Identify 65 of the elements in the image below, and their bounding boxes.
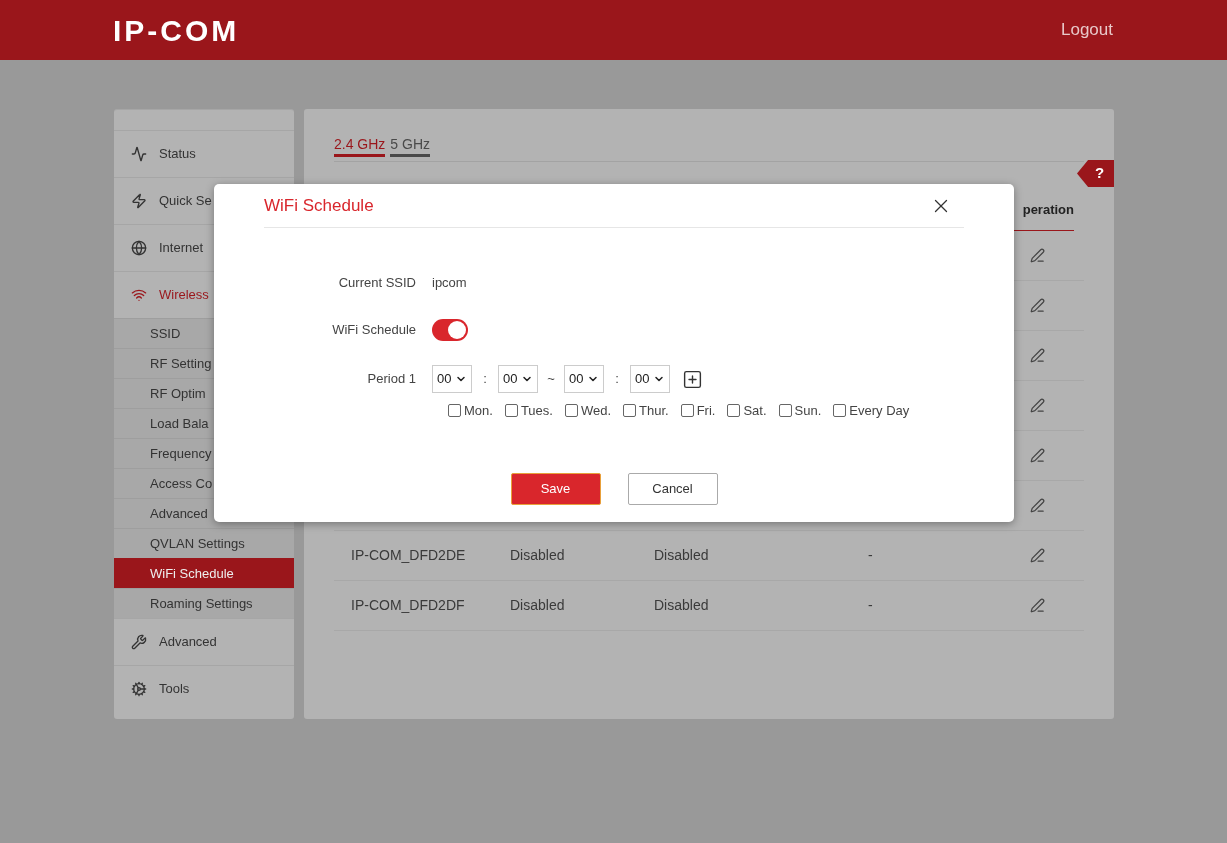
field-label: Period 1 (366, 370, 417, 389)
day-label: Thur. (639, 402, 669, 420)
logo: IP-COM (113, 12, 240, 49)
cancel-button[interactable]: Cancel (627, 472, 718, 505)
table-cell-text: Disabled (510, 546, 566, 565)
edit-icon[interactable] (1030, 398, 1045, 413)
day-label: Every Day (849, 402, 910, 420)
day-label: Fri. (696, 402, 716, 420)
checkbox[interactable] (504, 404, 518, 418)
time-separator: : (482, 370, 488, 389)
time-separator: ~ (546, 370, 556, 389)
checkbox[interactable] (623, 404, 637, 418)
day-label: Sat. (743, 402, 767, 420)
edit-icon[interactable] (1030, 348, 1045, 363)
sidebar-item[interactable]: Advanced (114, 618, 294, 665)
edit-icon[interactable] (1030, 598, 1045, 613)
sidebar-item[interactable]: Status (114, 130, 294, 177)
table-cell-text: IP-COM_DFD2DF (350, 596, 466, 615)
checkbox[interactable] (833, 404, 847, 418)
gear-icon (131, 681, 147, 697)
wrench-icon (131, 634, 147, 650)
day-label: Sun. (794, 402, 822, 420)
band-tab[interactable]: 2.4 GHz (334, 134, 386, 157)
sidebar-subitem[interactable]: QVLAN Settings (114, 528, 294, 558)
sidebar-subitem[interactable]: WiFi Schedule (114, 558, 294, 588)
time-select[interactable]: 00 (564, 365, 604, 393)
day-label: Wed. (580, 402, 612, 420)
checkbox[interactable] (727, 404, 741, 418)
lightning-icon (131, 193, 147, 209)
pulse-icon (131, 146, 147, 162)
table-cell-text: Disabled (510, 596, 566, 615)
table-cell-text: - (868, 546, 874, 565)
save-button[interactable]: Save (510, 472, 601, 505)
edit-icon[interactable] (1030, 498, 1045, 513)
edit-icon[interactable] (1030, 298, 1045, 313)
table-cell-text: - (868, 596, 874, 615)
edit-icon[interactable] (1030, 548, 1045, 563)
sidebar-item[interactable]: Tools (114, 665, 294, 712)
table-cell-text: IP-COM_DFD2DE (350, 546, 467, 565)
field-label: WiFi Schedule (331, 321, 417, 340)
checkbox[interactable] (680, 404, 694, 418)
toggle-switch[interactable] (432, 319, 468, 341)
table-cell-text: Disabled (654, 546, 710, 565)
time-select[interactable]: 00 (630, 365, 670, 393)
sidebar-subitem[interactable]: Roaming Settings (114, 588, 294, 618)
day-label: Mon. (464, 402, 493, 420)
wifi-icon (131, 287, 147, 303)
edit-icon[interactable] (1030, 248, 1045, 263)
time-select[interactable]: 00 (432, 365, 472, 393)
day-label: Tues. (520, 402, 553, 420)
ssid-value: ipcom (432, 274, 467, 293)
checkbox[interactable] (778, 404, 792, 418)
band-tab[interactable]: 5 GHz (390, 134, 431, 157)
globe-icon (131, 240, 147, 256)
table-cell-text: Disabled (654, 596, 710, 615)
checkbox[interactable] (448, 404, 461, 418)
add-icon[interactable] (682, 368, 703, 390)
time-select[interactable]: 00 (498, 365, 538, 393)
column-header: peration (1022, 201, 1074, 220)
time-separator: : (614, 370, 620, 389)
field-label: Current SSID (337, 274, 417, 293)
logout-link[interactable]: Logout (1061, 17, 1113, 43)
help-badge[interactable]: ? (1077, 160, 1114, 187)
checkbox[interactable] (564, 404, 578, 418)
edit-icon[interactable] (1030, 448, 1045, 463)
